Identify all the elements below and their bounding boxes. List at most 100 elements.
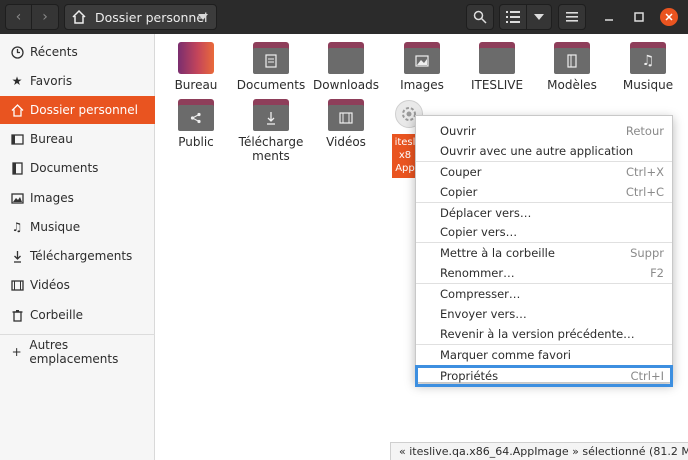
sidebar-item-favorites[interactable]: ★ Favoris bbox=[0, 67, 155, 95]
minimize-button[interactable] bbox=[600, 8, 618, 26]
sidebar-item-recents[interactable]: Récents bbox=[0, 38, 155, 66]
chevron-right-icon: › bbox=[42, 9, 48, 25]
status-bar: « iteslive.qa.x86_64.AppImage » sélectio… bbox=[390, 442, 688, 460]
menu-item-accel: F2 bbox=[650, 266, 664, 281]
menu-item-trash[interactable]: Mettre à la corbeille Suppr bbox=[416, 243, 672, 263]
file-tile-iteslive[interactable]: ITESLIVE bbox=[462, 34, 532, 92]
music-folder-icon: ♫ bbox=[630, 42, 666, 74]
sidebar-item-label: Musique bbox=[30, 220, 81, 234]
document-folder-icon bbox=[253, 42, 289, 74]
dropdown-arrow-icon bbox=[198, 14, 208, 20]
app-menu-button[interactable] bbox=[558, 4, 586, 30]
menu-item-send-to[interactable]: Envoyer vers… bbox=[416, 304, 672, 324]
close-icon bbox=[665, 13, 673, 21]
sidebar-item-label: Récents bbox=[30, 45, 78, 59]
file-label: Vidéos bbox=[326, 135, 366, 149]
menu-item-label: Copier vers… bbox=[440, 225, 518, 240]
forward-button[interactable]: › bbox=[32, 4, 59, 30]
location-label: Dossier personnel bbox=[95, 9, 208, 25]
back-button[interactable]: ‹ bbox=[5, 4, 32, 30]
sidebar-item-other-locations[interactable]: + Autres emplacements bbox=[0, 338, 155, 366]
menu-item-label: Marquer comme favori bbox=[440, 347, 571, 362]
music-icon: ♫ bbox=[11, 220, 23, 234]
file-tile-music[interactable]: ♫ Musique bbox=[613, 34, 683, 92]
menu-item-label: Envoyer vers… bbox=[440, 306, 527, 321]
menu-item-label: Ouvrir avec une autre application bbox=[440, 143, 634, 158]
maximize-icon bbox=[634, 12, 644, 22]
menu-item-accel: Retour bbox=[625, 123, 664, 138]
sidebar-item-label: Favoris bbox=[30, 74, 73, 88]
list-view-icon bbox=[506, 11, 520, 23]
sidebar-item-downloads[interactable]: Téléchargements bbox=[0, 242, 155, 270]
sidebar-item-videos[interactable]: Vidéos bbox=[0, 271, 155, 299]
sidebar-item-images[interactable]: Images bbox=[0, 184, 155, 212]
menu-item-star[interactable]: Marquer comme favori bbox=[416, 345, 672, 365]
video-icon bbox=[10, 278, 24, 292]
menu-item-label: Couper bbox=[440, 164, 482, 179]
file-tile-images[interactable]: Images bbox=[387, 34, 457, 92]
sidebar-item-home[interactable]: Dossier personnel bbox=[0, 96, 155, 124]
file-label: Images bbox=[400, 78, 444, 92]
search-icon bbox=[473, 10, 487, 24]
menu-item-open-with[interactable]: Ouvrir avec une autre application bbox=[416, 141, 672, 161]
menu-item-label: Revenir à la version précédente… bbox=[440, 326, 635, 341]
home-icon bbox=[10, 103, 24, 117]
clock-icon bbox=[10, 45, 24, 59]
template-folder-icon bbox=[554, 42, 590, 74]
menu-item-revert[interactable]: Revenir à la version précédente… bbox=[416, 324, 672, 344]
maximize-button[interactable] bbox=[630, 8, 648, 26]
menu-item-cut[interactable]: Couper Ctrl+X bbox=[416, 162, 672, 182]
file-tile-videos[interactable]: Vidéos bbox=[311, 91, 381, 149]
menu-item-accel: Ctrl+X bbox=[626, 164, 664, 179]
menu-item-label: Compresser… bbox=[440, 287, 521, 302]
chevron-down-icon bbox=[534, 14, 544, 20]
file-label: Downloads bbox=[313, 78, 379, 92]
file-tile-documents[interactable]: Documents bbox=[236, 34, 306, 92]
file-tile-templates[interactable]: Modèles bbox=[537, 34, 607, 92]
sidebar: Récents ★ Favoris Dossier personnel Bure… bbox=[0, 34, 155, 460]
status-text: « iteslive.qa.x86_64.AppImage » sélectio… bbox=[399, 445, 688, 458]
file-tile-bureau[interactable]: Bureau bbox=[161, 34, 231, 92]
menu-item-label: Renommer… bbox=[440, 266, 515, 281]
menu-item-compress[interactable]: Compresser… bbox=[416, 284, 672, 304]
menu-item-label: Déplacer vers… bbox=[440, 205, 532, 220]
desktop-icon bbox=[10, 132, 24, 146]
sidebar-item-label: Documents bbox=[30, 161, 99, 175]
sidebar-item-label: Dossier personnel bbox=[30, 103, 139, 117]
file-tile-public[interactable]: Public bbox=[161, 91, 231, 149]
trash-icon bbox=[10, 308, 24, 322]
file-tile-telechargements[interactable]: Télécharge ments bbox=[236, 91, 306, 163]
menu-item-copy-to[interactable]: Copier vers… bbox=[416, 222, 672, 242]
file-label: Documents bbox=[236, 78, 306, 92]
sidebar-item-desktop[interactable]: Bureau bbox=[0, 125, 155, 153]
list-view-button[interactable] bbox=[499, 4, 527, 30]
location-button[interactable]: Dossier personnel bbox=[64, 4, 217, 30]
image-icon bbox=[10, 191, 24, 205]
search-button[interactable] bbox=[466, 4, 494, 30]
menu-item-copy[interactable]: Copier Ctrl+C bbox=[416, 182, 672, 202]
file-label: Bureau bbox=[174, 78, 218, 92]
file-label: ITESLIVE bbox=[470, 78, 524, 92]
sidebar-item-documents[interactable]: Documents bbox=[0, 154, 155, 182]
folder-icon bbox=[479, 42, 515, 74]
menu-item-rename[interactable]: Renommer… F2 bbox=[416, 263, 672, 283]
image-folder-icon bbox=[404, 42, 440, 74]
video-folder-icon bbox=[328, 99, 364, 131]
close-button[interactable] bbox=[660, 8, 678, 26]
file-tile-downloads[interactable]: Downloads bbox=[311, 34, 381, 92]
menu-item-open[interactable]: Ouvrir Retour bbox=[416, 121, 672, 141]
menu-item-properties[interactable]: Propriétés Ctrl+I bbox=[415, 364, 673, 387]
sidebar-item-label: Téléchargements bbox=[30, 249, 133, 263]
menu-item-accel: Ctrl+C bbox=[625, 184, 664, 199]
sidebar-item-trash[interactable]: Corbeille bbox=[0, 301, 155, 329]
file-label: Public bbox=[178, 135, 214, 149]
sidebar-item-music[interactable]: ♫ Musique bbox=[0, 213, 155, 241]
sidebar-item-label: Corbeille bbox=[30, 308, 84, 322]
download-icon bbox=[10, 249, 24, 263]
view-options-button[interactable] bbox=[526, 4, 552, 30]
context-menu: Ouvrir Retour Ouvrir avec une autre appli… bbox=[415, 115, 673, 387]
menu-item-move-to[interactable]: Déplacer vers… bbox=[416, 203, 672, 223]
sidebar-item-label: Vidéos bbox=[30, 278, 70, 292]
chevron-left-icon: ‹ bbox=[15, 9, 22, 25]
sidebar-separator bbox=[0, 334, 155, 335]
